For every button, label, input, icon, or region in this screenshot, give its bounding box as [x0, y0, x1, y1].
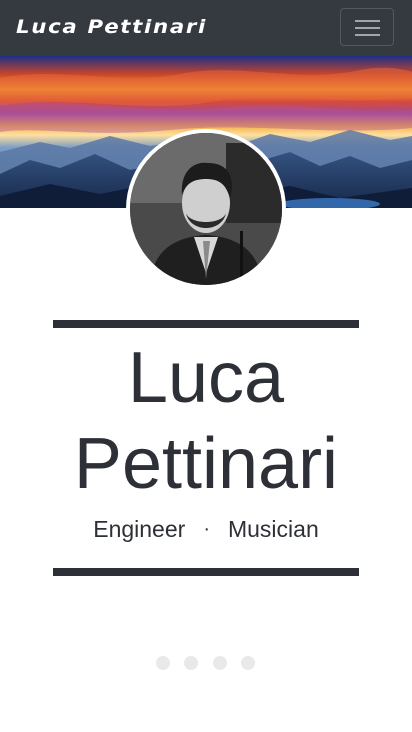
person-silhouette-graphic — [130, 133, 282, 285]
role-separator: · — [203, 518, 210, 540]
divider-bottom — [53, 568, 359, 576]
carousel-indicators — [156, 656, 256, 670]
navbar-toggler-button[interactable] — [340, 8, 394, 46]
role-musician: Musician — [227, 516, 319, 542]
hamburger-menu-icon-middle — [355, 27, 380, 29]
navbar: Luca Pettinari — [0, 0, 412, 56]
divider-top — [53, 320, 359, 328]
carousel-dot-2[interactable] — [184, 656, 198, 670]
carousel-dot-4[interactable] — [241, 656, 255, 670]
hamburger-menu-icon — [355, 20, 380, 22]
roles-subtitle: Engineer · Musician — [0, 513, 412, 545]
portrait-photo — [130, 133, 282, 285]
brand-title[interactable]: Luca Pettinari — [16, 14, 207, 40]
role-engineer: Engineer — [93, 516, 186, 542]
hamburger-menu-icon-bottom — [355, 34, 380, 36]
carousel-dot-3[interactable] — [213, 656, 227, 670]
carousel-dot-1[interactable] — [156, 656, 170, 670]
name-first: Luca — [127, 338, 285, 418]
name-last: Pettinari — [73, 424, 339, 504]
avatar — [126, 129, 286, 289]
